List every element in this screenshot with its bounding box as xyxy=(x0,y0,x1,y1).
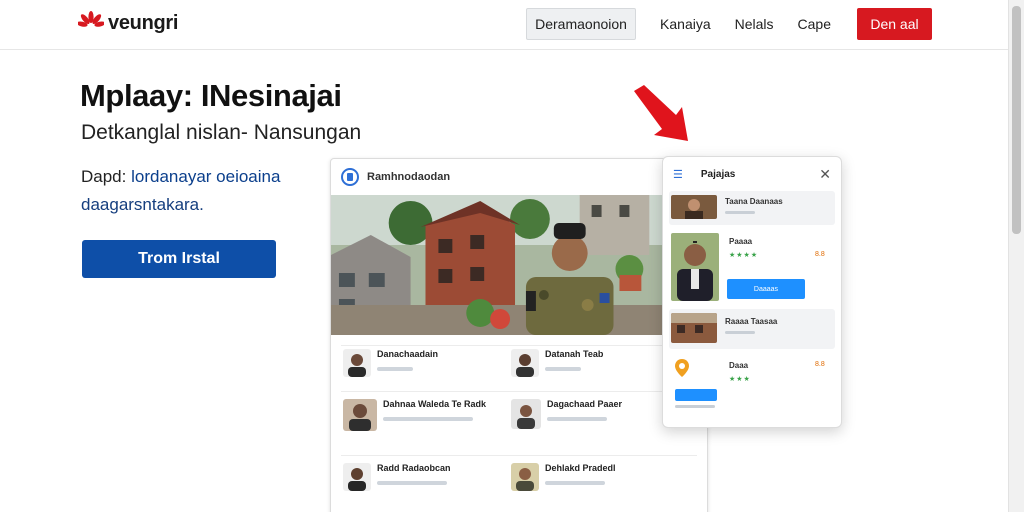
feed-item-title: Dahnaa Waleda Te Radk xyxy=(383,399,487,409)
item-thumbnail xyxy=(671,313,717,343)
location-pin-icon xyxy=(675,359,689,377)
feed-item-meta xyxy=(547,417,607,421)
hero-title: Mplaay: INesinajai xyxy=(80,78,342,113)
nav-secondary-button[interactable]: Deramaonoion xyxy=(526,8,637,40)
item-thumbnail xyxy=(671,233,719,301)
mockup-topbar: Ramhnodaodan xyxy=(331,159,707,195)
item-label: Paaaa xyxy=(729,237,753,246)
avatar xyxy=(343,349,371,377)
feed-item-title: Datanah Teab xyxy=(545,349,604,359)
panel-item[interactable]: Daaa ★★★ 8.8 xyxy=(669,353,835,415)
list-item[interactable]: Dagachaad Paaer xyxy=(511,399,622,429)
landing-page: veungri Deramaonoion Kanaiya Nelals Cape… xyxy=(0,0,1024,512)
item-label: Daaa xyxy=(729,361,749,370)
hero-description: Dapd: lordanayar oeioaina daagarsntakara… xyxy=(81,163,311,219)
avatar xyxy=(511,399,541,429)
nav-link-2[interactable]: Nelals xyxy=(735,16,774,32)
list-item[interactable]: Dahnaa Waleda Te Radk xyxy=(343,399,486,431)
feed-item-meta xyxy=(377,367,413,371)
item-meta xyxy=(725,211,755,214)
hero-desc-prefix: Dapd: xyxy=(81,167,127,186)
rating-stars: ★★★ xyxy=(729,376,751,383)
flower-logo-icon xyxy=(78,11,104,27)
item-meta xyxy=(725,331,755,334)
item-meta xyxy=(675,405,715,408)
recommendations-panel: ☰ Pajajas ✕ Taana Daanaas Paaaa ★★★★ 8.8… xyxy=(662,156,842,428)
avatar xyxy=(511,349,539,377)
nav-primary-button[interactable]: Den aal xyxy=(857,8,932,40)
feed-item-meta xyxy=(377,481,447,485)
divider xyxy=(341,391,697,392)
feed-item-meta xyxy=(545,481,605,485)
avatar xyxy=(343,463,371,491)
menu-icon[interactable]: ☰ xyxy=(673,168,683,181)
feed-item-title: Dehlakd Pradedl xyxy=(545,463,616,473)
divider xyxy=(341,455,697,456)
top-navbar: veungri Deramaonoion Kanaiya Nelals Cape… xyxy=(0,0,1008,50)
item-score: 8.8 xyxy=(815,361,825,368)
feed-item-meta xyxy=(383,417,473,421)
hero-desc-line2: daagarsntakara. xyxy=(81,195,204,214)
nav-link-3[interactable]: Cape xyxy=(798,16,831,32)
panel-item-button[interactable]: Daaaas xyxy=(727,279,805,299)
install-cta-button[interactable]: Trom Irstal xyxy=(82,240,276,278)
app-icon xyxy=(341,168,359,186)
item-score: 8.8 xyxy=(815,251,825,258)
list-item[interactable]: Radd Radaobcan xyxy=(343,463,451,491)
brand-logo[interactable]: veungri xyxy=(78,10,178,36)
avatar xyxy=(511,463,539,491)
item-label: Taana Daanaas xyxy=(725,197,783,206)
panel-title: Pajajas xyxy=(700,168,736,180)
hero-desc-highlight: lordanayar oeioaina xyxy=(131,167,281,186)
feed-item-meta xyxy=(545,367,581,371)
rating-stars: ★★★★ xyxy=(729,252,759,259)
hero-subtitle: Detkanglal nislan- Nansungan xyxy=(81,121,362,144)
list-item[interactable]: Datanah Teab xyxy=(511,349,603,377)
panel-item[interactable]: Taana Daanaas xyxy=(669,191,835,225)
panel-small-button[interactable] xyxy=(675,389,717,401)
panel-item[interactable]: Raaaa Taasaa xyxy=(669,309,835,349)
mockup-title: Ramhnodaodan xyxy=(367,171,451,183)
feed-item-title: Radd Radaobcan xyxy=(377,463,451,473)
avatar xyxy=(343,399,377,431)
scrollbar-thumb[interactable] xyxy=(1012,6,1021,234)
pointer-arrow-icon xyxy=(634,85,688,141)
hero-photo xyxy=(331,195,707,335)
brand-name: veungri xyxy=(108,11,179,34)
page-scrollbar[interactable] xyxy=(1008,0,1024,512)
nav-menu: Deramaonoion Kanaiya Nelals Cape Den aal xyxy=(526,8,932,40)
nav-link-1[interactable]: Kanaiya xyxy=(660,16,711,32)
item-thumbnail xyxy=(671,195,717,219)
panel-item[interactable]: Paaaa ★★★★ 8.8 Daaaas xyxy=(669,229,835,305)
divider xyxy=(341,345,697,346)
list-item[interactable]: Danachaadain xyxy=(343,349,438,377)
list-item[interactable]: Dehlakd Pradedl xyxy=(511,463,616,491)
panel-header: ☰ Pajajas ✕ xyxy=(663,157,841,191)
app-mockup-window: Ramhnodaodan Danachaadain Datanah Teab D… xyxy=(330,158,708,512)
feed-item-title: Danachaadain xyxy=(377,349,439,359)
feed-item-title: Dagachaad Paaer xyxy=(547,399,623,409)
close-icon[interactable]: ✕ xyxy=(819,166,831,183)
item-label: Raaaa Taasaa xyxy=(725,317,778,326)
